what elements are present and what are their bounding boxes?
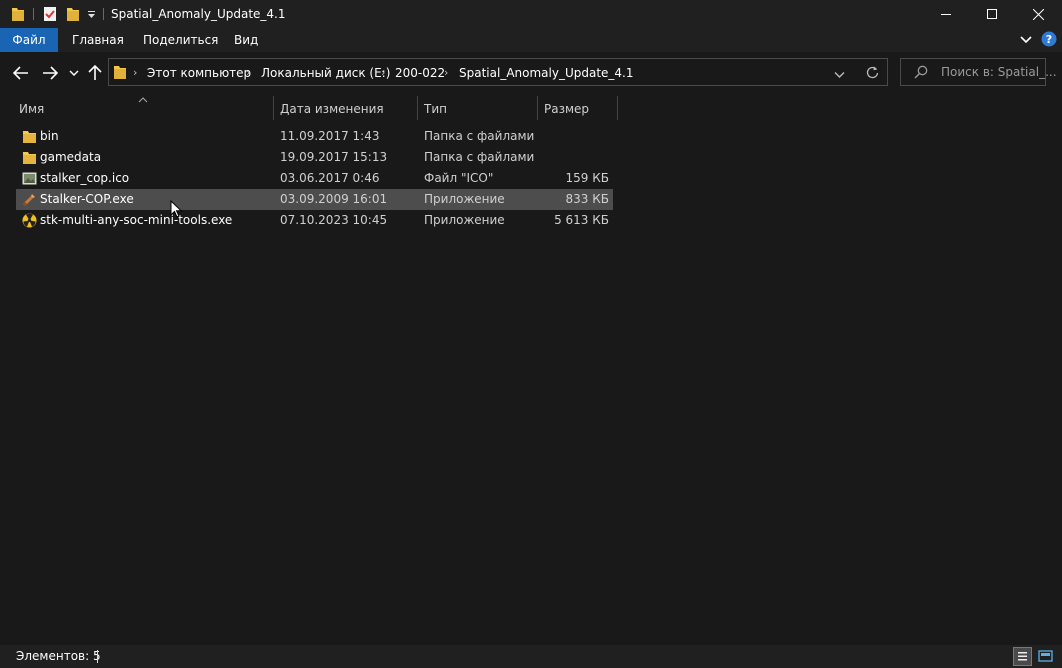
close-icon <box>1032 8 1044 20</box>
file-row-stk-multi-tools-exe[interactable]: stk-multi-any-soc-mini-tools.exe 07.10.2… <box>16 210 613 231</box>
file-type: Приложение <box>424 192 505 206</box>
file-date: 19.09.2017 15:13 <box>280 150 388 164</box>
customize-toolbar-icon[interactable] <box>87 9 96 23</box>
maximize-button[interactable] <box>969 0 1015 28</box>
file-name: stk-multi-any-soc-mini-tools.exe <box>40 213 233 227</box>
chevron-down-icon <box>834 72 845 78</box>
file-date: 03.09.2009 16:01 <box>280 192 388 206</box>
title-bar: Spatial_Anomaly_Update_4.1 <box>0 0 1062 28</box>
arrow-up-icon <box>88 65 102 80</box>
address-history-button[interactable] <box>834 68 845 82</box>
details-view-icon <box>1018 652 1027 661</box>
folder-icon <box>22 150 37 165</box>
file-row-stalker-cop-exe[interactable]: Stalker-COP.exe 03.09.2009 16:01 Приложе… <box>16 189 613 210</box>
separator <box>97 650 98 663</box>
up-button[interactable] <box>87 65 103 81</box>
breadcrumb-current-folder[interactable]: Spatial_Anomaly_Update_4.1 <box>459 66 634 80</box>
separator <box>33 8 34 20</box>
file-type: Папка с файлами <box>424 129 535 143</box>
minimize-icon <box>941 14 951 15</box>
large-icons-view-icon <box>1038 650 1053 662</box>
help-icon[interactable]: ? <box>1041 31 1057 50</box>
column-divider[interactable] <box>537 96 538 120</box>
file-row-gamedata[interactable]: gamedata 19.09.2017 15:13 Папка с файлам… <box>16 147 613 168</box>
file-name: bin <box>40 129 59 143</box>
new-folder-icon[interactable] <box>66 6 80 25</box>
ribbon-tabs: Файл Главная Поделиться Вид ? <box>0 28 1062 52</box>
back-button[interactable] <box>12 65 30 81</box>
properties-icon[interactable] <box>43 6 57 25</box>
breadcrumb-chevron-icon[interactable]: › <box>381 66 385 79</box>
file-size: 833 КБ <box>565 192 609 206</box>
column-divider[interactable] <box>273 96 274 120</box>
details-view-button[interactable] <box>1013 647 1032 666</box>
sort-ascending-icon <box>138 92 148 106</box>
column-header-size[interactable]: Размер <box>544 99 589 119</box>
breadcrumb-200-022[interactable]: 200-022 <box>395 66 445 80</box>
window-title: Spatial_Anomaly_Update_4.1 <box>111 7 286 21</box>
search-placeholder: Поиск в: Spatial_... <box>941 65 1057 79</box>
column-divider[interactable] <box>417 96 418 120</box>
file-row-stalker-cop-ico[interactable]: stalker_cop.ico 03.06.2017 0:46 Файл "IC… <box>16 168 613 189</box>
file-size: 159 КБ <box>565 171 609 185</box>
svg-text:?: ? <box>1046 33 1052 46</box>
file-date: 03.06.2017 0:46 <box>280 171 380 185</box>
column-header-date[interactable]: Дата изменения <box>280 99 384 119</box>
tab-file[interactable]: Файл <box>0 28 58 52</box>
breadcrumb-this-pc[interactable]: Этот компьютер <box>147 66 251 80</box>
arrow-right-icon <box>43 66 58 80</box>
breadcrumb-chevron-icon[interactable]: › <box>246 66 250 79</box>
status-bar: Элементов: 5 <box>0 645 1062 668</box>
file-name: stalker_cop.ico <box>40 171 130 185</box>
file-size: 5 613 КБ <box>554 213 609 227</box>
column-divider[interactable] <box>617 96 618 120</box>
large-icons-view-button[interactable] <box>1037 647 1056 666</box>
file-type: Папка с файлами <box>424 150 535 164</box>
chevron-down-icon <box>69 70 79 77</box>
image-file-icon <box>22 171 37 186</box>
refresh-button[interactable] <box>866 65 879 82</box>
file-type: Приложение <box>424 213 505 227</box>
expand-ribbon-icon[interactable] <box>1020 34 1032 48</box>
tab-view[interactable]: Вид <box>234 28 258 52</box>
breadcrumb-chevron-icon[interactable]: › <box>133 66 137 79</box>
file-name: Stalker-COP.exe <box>40 192 134 206</box>
file-row-bin[interactable]: bin 11.09.2017 1:43 Папка с файлами <box>16 126 613 147</box>
radiation-exe-icon <box>22 213 37 228</box>
item-count: Элементов: 5 <box>16 649 101 663</box>
tab-home[interactable]: Главная <box>72 28 124 52</box>
folder-icon <box>11 6 25 25</box>
search-box[interactable]: Поиск в: Spatial_... <box>900 58 1057 86</box>
app-exe-icon <box>22 192 37 207</box>
arrow-left-icon <box>13 66 28 80</box>
breadcrumb-chevron-icon[interactable]: › <box>444 66 448 79</box>
breadcrumb-local-disk[interactable]: Локальный диск (E:) <box>261 66 390 80</box>
separator <box>103 8 104 20</box>
mouse-cursor-icon <box>170 199 183 221</box>
minimize-button[interactable] <box>923 0 969 28</box>
address-bar[interactable]: › Этот компьютер › Локальный диск (E:) ›… <box>108 58 888 86</box>
file-date: 11.09.2017 1:43 <box>280 129 380 143</box>
search-icon <box>914 65 928 82</box>
column-header-name[interactable]: Имя <box>19 99 44 119</box>
folder-icon <box>22 129 37 144</box>
recent-locations-button[interactable] <box>68 65 80 81</box>
column-header-type[interactable]: Тип <box>424 99 447 119</box>
file-date: 07.10.2023 10:45 <box>280 213 388 227</box>
close-button[interactable] <box>1015 0 1061 28</box>
folder-icon <box>113 64 127 83</box>
refresh-icon <box>866 66 879 79</box>
tab-share[interactable]: Поделиться <box>143 28 218 52</box>
file-name: gamedata <box>40 150 102 164</box>
forward-button[interactable] <box>41 65 59 81</box>
file-type: Файл "ICO" <box>424 171 494 185</box>
maximize-icon <box>987 9 997 19</box>
